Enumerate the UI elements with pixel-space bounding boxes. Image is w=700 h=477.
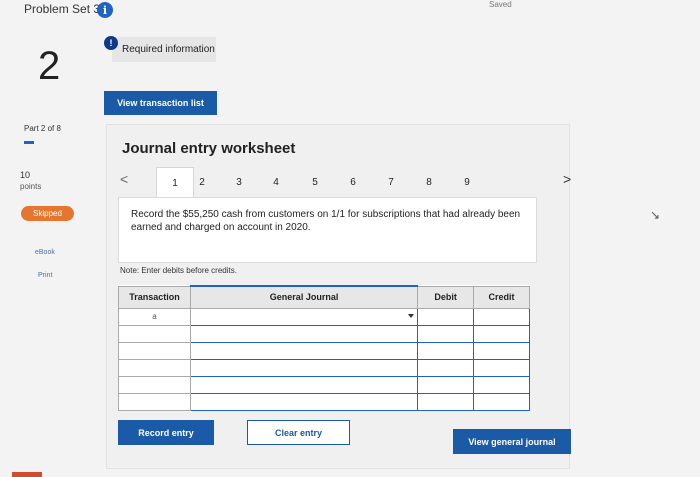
debit-input[interactable]: [417, 358, 475, 377]
page-title: Problem Set 3: [24, 2, 101, 16]
cursor-icon: ↘: [650, 208, 661, 222]
account-select[interactable]: [189, 324, 419, 343]
instruction-box: Record the $55,250 cash from customers o…: [118, 197, 537, 263]
transaction-cell: a: [118, 307, 191, 326]
print-link[interactable]: Print: [38, 272, 52, 279]
table-row: [118, 358, 530, 377]
table-row: [118, 392, 530, 411]
transaction-cell: [118, 392, 191, 411]
instruction-text: Record the $55,250 cash from customers o…: [131, 209, 521, 233]
credit-input[interactable]: [473, 324, 530, 343]
credit-input[interactable]: [473, 307, 530, 326]
tab-8[interactable]: 8: [410, 167, 448, 197]
record-entry-button[interactable]: Record entry: [118, 420, 214, 445]
view-general-journal-button[interactable]: View general journal: [453, 429, 571, 454]
part-progress-bar: [24, 141, 34, 144]
view-transaction-list-button[interactable]: View transaction list: [104, 91, 217, 115]
worksheet-title: Journal entry worksheet: [122, 140, 296, 157]
info-icon[interactable]: i: [97, 2, 113, 18]
question-number: 2: [38, 44, 61, 88]
table-row: a: [118, 307, 530, 326]
chevron-right-icon[interactable]: >: [563, 171, 571, 187]
tab-2[interactable]: 2: [183, 167, 221, 197]
tab-9[interactable]: 9: [448, 167, 486, 197]
note-text: Note: Enter debits before credits.: [120, 266, 237, 275]
bottom-accent-bar: [12, 472, 42, 477]
debit-input[interactable]: [417, 375, 475, 394]
chevron-left-icon[interactable]: <: [120, 171, 128, 187]
credit-input[interactable]: [473, 358, 530, 377]
ebook-link[interactable]: eBook: [35, 249, 55, 256]
debit-input[interactable]: [417, 392, 475, 411]
transaction-cell: [118, 341, 191, 360]
saved-status: Saved: [489, 0, 512, 9]
required-info-label: Required information: [122, 44, 215, 55]
tab-5[interactable]: 5: [296, 167, 334, 197]
tab-7[interactable]: 7: [372, 167, 410, 197]
chevron-down-icon[interactable]: [408, 313, 415, 318]
transaction-cell: [118, 375, 191, 394]
skipped-badge: Skipped: [21, 206, 74, 221]
points-value: 10: [20, 170, 31, 180]
credit-input[interactable]: [473, 375, 530, 394]
clear-entry-button[interactable]: Clear entry: [247, 420, 350, 445]
account-select[interactable]: [189, 375, 419, 394]
credit-header: Credit: [473, 285, 530, 309]
alert-icon: !: [104, 36, 118, 50]
account-select[interactable]: [189, 392, 419, 411]
transaction-cell: [118, 324, 191, 343]
account-select[interactable]: [189, 307, 419, 326]
part-label: Part 2 of 8: [24, 124, 61, 133]
account-select[interactable]: [189, 341, 419, 360]
credit-input[interactable]: [473, 392, 530, 411]
transaction-cell: [118, 358, 191, 377]
table-row: [118, 324, 530, 343]
debit-input[interactable]: [417, 341, 475, 360]
journal-table: Transaction General Journal Debit Credit…: [118, 285, 530, 411]
account-select[interactable]: [189, 358, 419, 377]
tab-3[interactable]: 3: [220, 167, 258, 197]
tab-4[interactable]: 4: [257, 167, 295, 197]
points-label: points: [20, 182, 42, 191]
tab-6[interactable]: 6: [334, 167, 372, 197]
required-info-panel[interactable]: Required information: [112, 37, 216, 62]
debit-input[interactable]: [417, 324, 475, 343]
debit-input[interactable]: [417, 307, 475, 326]
transaction-header: Transaction: [118, 285, 191, 309]
debit-header: Debit: [417, 285, 475, 309]
table-row: [118, 341, 530, 360]
table-row: [118, 375, 530, 394]
credit-input[interactable]: [473, 341, 530, 360]
general-journal-header: General Journal: [189, 285, 419, 309]
